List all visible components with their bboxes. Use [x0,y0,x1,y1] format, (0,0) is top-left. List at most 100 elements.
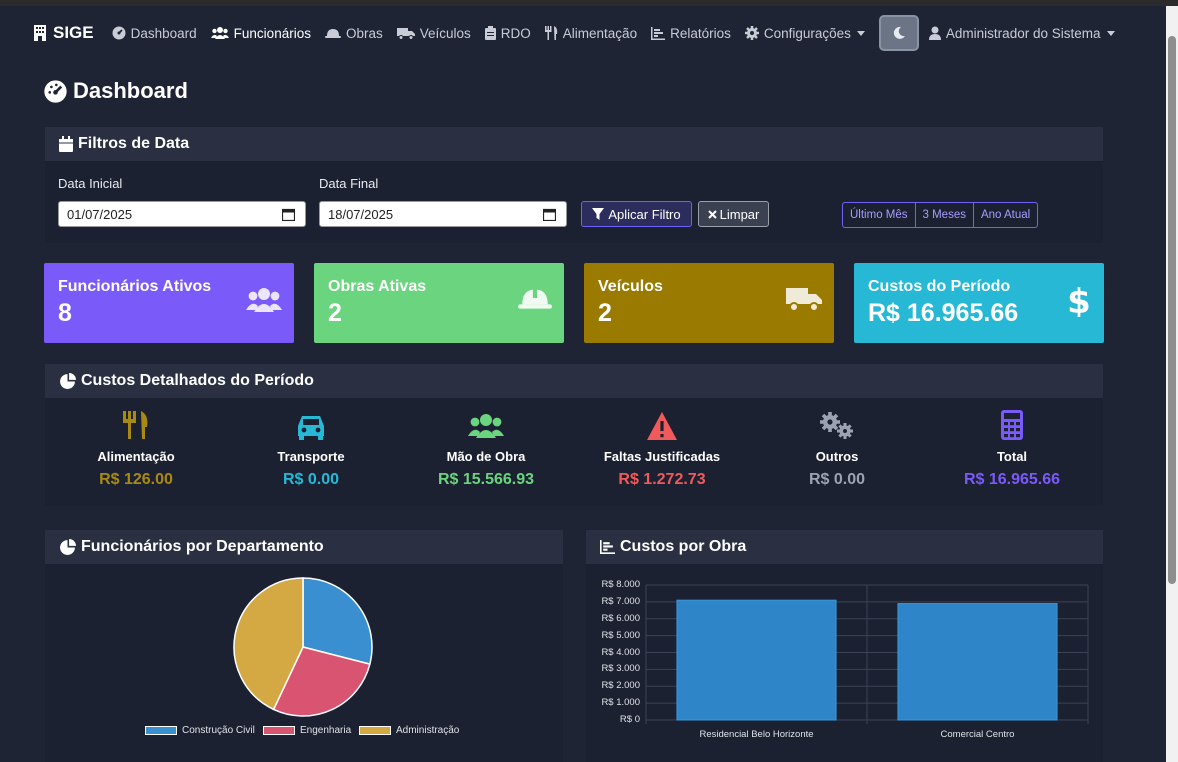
quick-range-current-year[interactable]: Ano Atual [974,203,1037,227]
nav-veiculos[interactable]: Veículos [396,26,471,41]
y-tick-label: R$ 6.000 [601,612,640,624]
stat-card-custos[interactable]: Custos do Período R$ 16.965.66 $ [854,263,1104,343]
cost-name: Outros [815,449,859,464]
y-tick-label: R$ 7.000 [601,595,640,607]
moon-icon [893,26,905,39]
scrollbar-thumb[interactable] [1168,36,1176,584]
clear-filter-label: Limpar [719,206,760,222]
y-tick-label: R$ 0 [619,714,640,725]
chevron-down-icon [856,30,865,36]
nav-dashboard[interactable]: Dashboard [112,26,197,41]
brand-name: SIGE [53,23,94,42]
start-date-label: Data Inicial [58,176,123,191]
users-icon [210,27,229,39]
stat-label: Obras Ativas [328,278,427,295]
legend-label: Construção Civil [182,725,255,736]
x-tick-label: Comercial Centro [940,729,1015,740]
bar[interactable] [897,603,1058,721]
cost-total: Total R$ 16.965.66 [932,406,1092,489]
cost-value: R$ 1.272.73 [618,471,706,488]
dollar-icon: $ [1067,285,1091,317]
gauge-icon [112,26,126,40]
stat-value: 2 [328,299,342,327]
legend-item[interactable]: Administração [359,725,459,736]
legend-item[interactable]: Construção Civil [145,725,255,736]
end-date-input[interactable]: 18/07/2025 [319,201,567,227]
gear-icon [744,26,759,40]
pie-chart-header: Funcionários por Departamento [45,530,563,564]
start-date-input[interactable]: 01/07/2025 [58,201,306,227]
calendar-icon[interactable] [543,208,556,221]
end-date-label: Data Final [319,176,379,191]
legend-item[interactable]: Engenharia [263,725,351,736]
bar-chart-title: Custos por Obra [620,538,747,555]
navbar: SIGE Dashboard Funcionários Obras Veícul… [0,6,1166,60]
truck-icon [396,27,415,40]
apply-filter-label: Aplicar Filtro [608,206,681,222]
truck-icon [786,288,822,312]
legend-swatch [145,726,177,735]
brand[interactable]: SIGE [33,23,94,43]
cost-name: Transporte [277,449,345,464]
page-title: Dashboard [44,78,188,104]
nav-relatorios[interactable]: Relatórios [651,26,731,41]
utensils-icon [123,411,148,439]
clear-filter-button[interactable]: Limpar [698,201,769,227]
filters-title: Filtros de Data [78,135,190,152]
quick-range-3-months[interactable]: 3 Meses [916,203,974,227]
chart-bar-icon [651,26,666,40]
nav-label: Dashboard [130,25,197,41]
nav-label: Configurações [763,25,851,41]
nav-configuracoes[interactable]: Configurações [744,25,865,41]
nav-rdo[interactable]: RDO [484,25,531,41]
building-icon [34,25,46,41]
bar[interactable] [676,599,837,721]
cost-name: Total [996,449,1028,464]
y-tick-label: R$ 4.000 [601,646,640,658]
stat-label: Custos do Período [868,278,1011,295]
nav-label: Alimentação [562,25,638,41]
y-tick-label: R$ 2.000 [601,680,640,692]
y-tick-label: R$ 3.000 [601,663,640,675]
stat-value: 8 [58,299,72,327]
warning-icon [647,412,677,440]
scrollbar[interactable] [1166,6,1178,762]
start-date-value: 01/07/2025 [67,206,133,222]
apply-filter-button[interactable]: Aplicar Filtro [581,201,692,227]
user-menu[interactable]: Administrador do Sistema [928,26,1115,41]
pie-chart-icon [60,372,76,389]
theme-toggle-button[interactable] [878,15,919,51]
stat-card-veiculos[interactable]: Veículos 2 [584,263,834,343]
calculator-icon [1001,410,1023,440]
filter-icon [592,208,605,220]
costs-title: Custos Detalhados do Período [81,372,314,389]
legend-swatch [359,726,391,735]
car-icon [298,416,324,440]
cost-mao-de-obra: Mão de Obra R$ 15.566.93 [406,406,566,489]
stat-card-obras[interactable]: Obras Ativas 2 [314,263,564,343]
calendar-icon[interactable] [282,208,295,221]
users-icon [468,414,504,438]
cogs-icon [820,412,853,439]
nav-funcionarios[interactable]: Funcionários [210,25,311,41]
legend-swatch [263,726,295,735]
cost-name: Faltas Justificadas [603,449,721,464]
y-tick-label: R$ 8.000 [601,579,640,590]
nav-alimentacao[interactable]: Alimentação [544,25,638,41]
gauge-icon [44,79,67,103]
cost-value: R$ 0.00 [808,471,866,488]
y-tick-label: R$ 5.000 [601,629,640,641]
cost-value: R$ 15.566.93 [437,471,535,488]
nav-label: RDO [500,25,531,41]
cost-faltas: Faltas Justificadas R$ 1.272.73 [582,406,742,489]
stat-card-funcionarios[interactable]: Funcionários Ativos 8 [44,263,294,343]
bar-chart-header: Custos por Obra [586,530,1103,564]
utensils-icon [544,26,557,40]
nav-label: Funcionários [233,25,311,41]
quick-range-last-month[interactable]: Último Mês [843,203,916,227]
hard-hat-icon [324,29,341,38]
nav-label: Relatórios [670,25,731,41]
legend-label: Engenharia [300,725,352,736]
nav-obras[interactable]: Obras [324,26,383,41]
clipboard-icon [484,26,496,40]
